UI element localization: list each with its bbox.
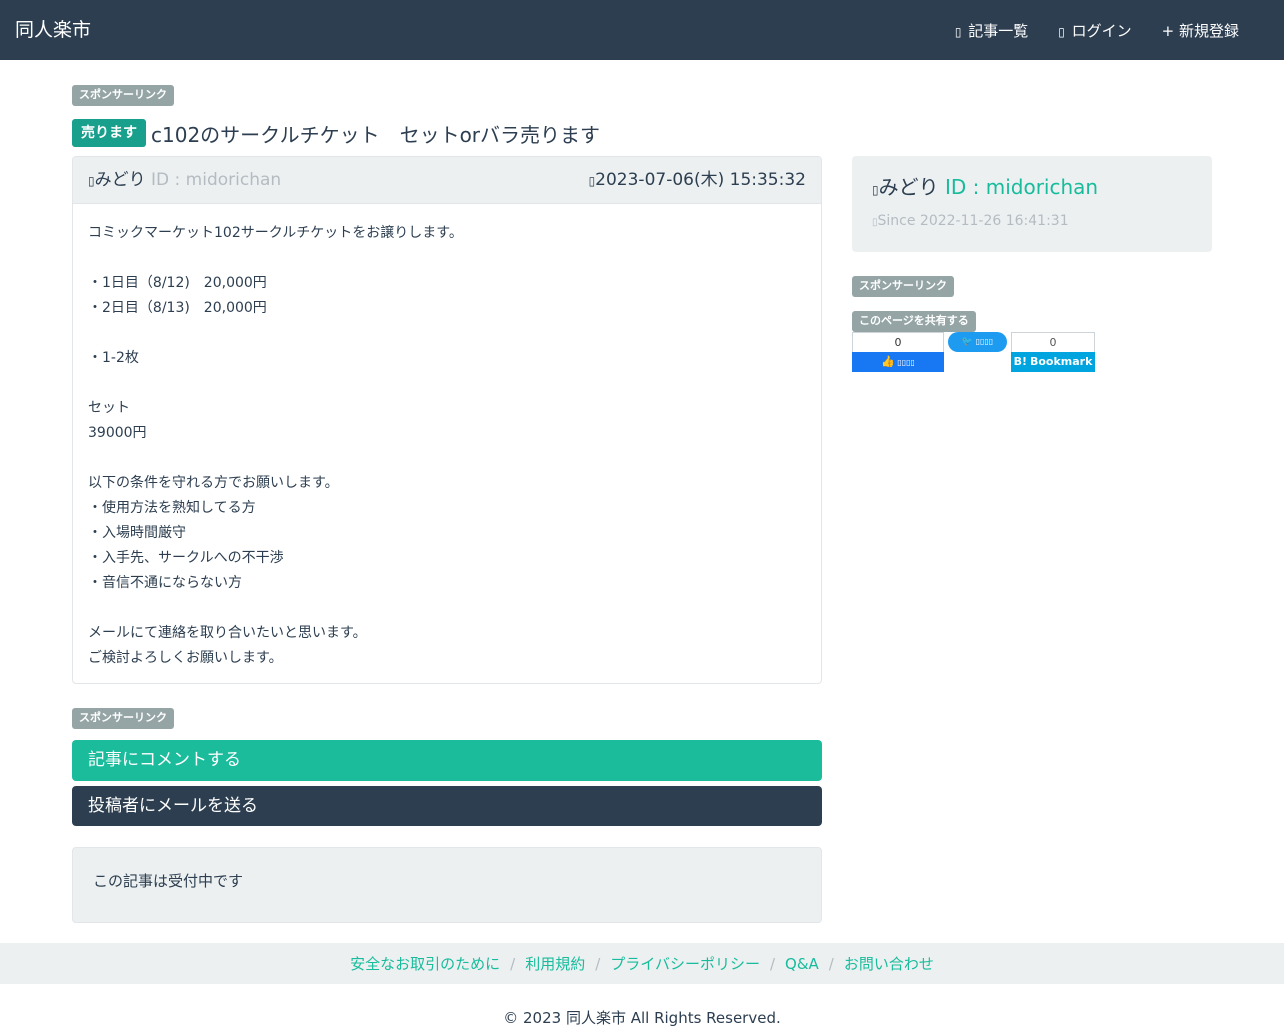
post-body-line: コミックマーケット102サークルチケットをお譲りします。 [88,225,463,241]
facebook-like-count: 0 [852,332,944,352]
brand-logo[interactable]: 同人楽市 [15,18,91,42]
post-body-line: ・2日目（8/13) 20,000円 [88,300,267,316]
nav-article-list[interactable]: ▯ 記事一覧 [955,20,1028,43]
post-body: コミックマーケット102サークルチケットをお譲りします。 ・1日目（8/12) 2… [73,204,821,683]
post-body-line [88,596,806,621]
sponsor-badge-top: スポンサーリンク [72,85,174,106]
user-icon: ▯ [88,174,95,188]
post-panel: ▯みどり ID : midorichan ▯2023-07-06(木) 15:3… [72,156,822,684]
footer-link[interactable]: お問い合わせ [844,953,934,974]
sponsor-badge-side: スポンサーリンク [852,276,954,297]
footer-separator: / [510,954,516,973]
post-body-line [88,246,806,271]
post-body-line: 39000円 [88,425,147,441]
sidebar-profile: ▯みどり ID : midorichan ▯Since 2022-11-26 1… [852,156,1212,252]
post-body-line: ・使用方法を熟知してる方 [88,500,256,516]
hatena-bookmark-button[interactable]: 0 B! Bookmark [1011,332,1095,372]
hatena-bookmark-count: 0 [1011,332,1095,352]
post-body-line: セット [88,400,130,416]
post-body-line: ・1日目（8/12) 20,000円 [88,275,267,291]
post-body-line: ・音信不通にならない方 [88,575,242,591]
post-title: c102のサークルチケット セットorバラ売ります [151,122,601,147]
sidebar-user-id[interactable]: ID : midorichan [945,175,1098,199]
nav-article-list-label: 記事一覧 [968,22,1029,40]
hatena-bookmark-bar: B! Bookmark [1011,352,1095,372]
user-icon: ▯ [872,183,879,197]
mail-poster-button[interactable]: 投稿者にメールを送る [72,786,822,826]
post-body-line [88,446,806,471]
share-label: このページを共有する [852,311,976,332]
sidebar-since-text: Since 2022-11-26 16:41:31 [877,213,1069,229]
post-body-line: 以下の条件を守れる方でお願いします。 [88,475,339,491]
status-box: この記事は受付中です [72,847,822,923]
comment-button[interactable]: 記事にコメントする [72,740,822,781]
post-date-text: 2023-07-06(木) 15:35:32 [595,170,806,190]
post-body-line: ・入場時間厳守 [88,525,186,541]
post-author: ▯みどり ID : midorichan [88,169,281,192]
footer-link[interactable]: 利用規約 [525,953,585,974]
twitter-share-button[interactable]: 🐦 ▯▯▯▯ [948,332,1007,352]
thumbs-up-icon: 👍 [881,355,895,368]
hatena-b-icon: B! [1013,355,1027,368]
plus-icon: + [1161,22,1175,40]
sponsor-badge-bottom: スポンサーリンク [72,708,174,729]
sidebar-user-name: みどり [878,175,939,199]
post-author-id: ID : midorichan [151,170,282,190]
facebook-like-bar: 👍 ▯▯▯▯ [852,352,944,372]
nav-register[interactable]: + 新規登録 [1162,20,1239,43]
navbar: 同人楽市 ▯ 記事一覧 ▯ ログイン + 新規登録 [0,0,1284,60]
twitter-bird-icon: 🐦 [961,337,974,347]
nav-login[interactable]: ▯ ログイン [1058,20,1131,43]
footer-link[interactable]: Q&A [785,955,819,973]
nav-register-label: 新規登録 [1178,22,1239,40]
footer-link[interactable]: プライバシーポリシー [610,953,760,974]
nav-login-label: ログイン [1071,22,1132,40]
post-body-line: ・入手先、サークルへの不干渉 [88,550,284,566]
footer-separator: / [595,954,601,973]
post-body-line [88,321,806,346]
post-body-line: ・1-2枚 [88,350,139,366]
post-body-line: メールにて連絡を取り合いたいと思います。 [88,625,367,641]
hatena-bookmark-label: Bookmark [1029,355,1093,368]
facebook-like-button[interactable]: 0 👍 ▯▯▯▯ [852,332,944,372]
login-icon: ▯ [1058,25,1065,39]
footer-links: 安全なお取引のために / 利用規約 / プライバシーポリシー / Q&A / お問い合わせ [0,943,1284,984]
footer-separator: / [828,954,834,973]
post-author-name: みどり [94,170,146,190]
sidebar-user: ▯みどり ID : midorichan [872,174,1098,203]
post-title-row: 売ります c102のサークルチケット セットorバラ売ります [72,118,600,148]
post-date: ▯2023-07-06(木) 15:35:32 [589,169,806,192]
footer-separator: / [769,954,776,973]
footer-link[interactable]: 安全なお取引のために [350,953,500,974]
sell-tag: 売ります [72,119,146,147]
sidebar-since: ▯Since 2022-11-26 16:41:31 [872,211,1069,233]
post-panel-header: ▯みどり ID : midorichan ▯2023-07-06(木) 15:3… [73,157,821,204]
nav-links: ▯ 記事一覧 ▯ ログイン + 新規登録 [925,20,1239,43]
post-body-line [88,371,806,396]
status-text: この記事は受付中です [93,872,244,890]
post-body-line: ご検討よろしくお願いします。 [88,650,283,666]
list-icon: ▯ [954,25,962,39]
copyright: © 2023 同人楽市 All Rights Reserved. [503,1009,781,1027]
